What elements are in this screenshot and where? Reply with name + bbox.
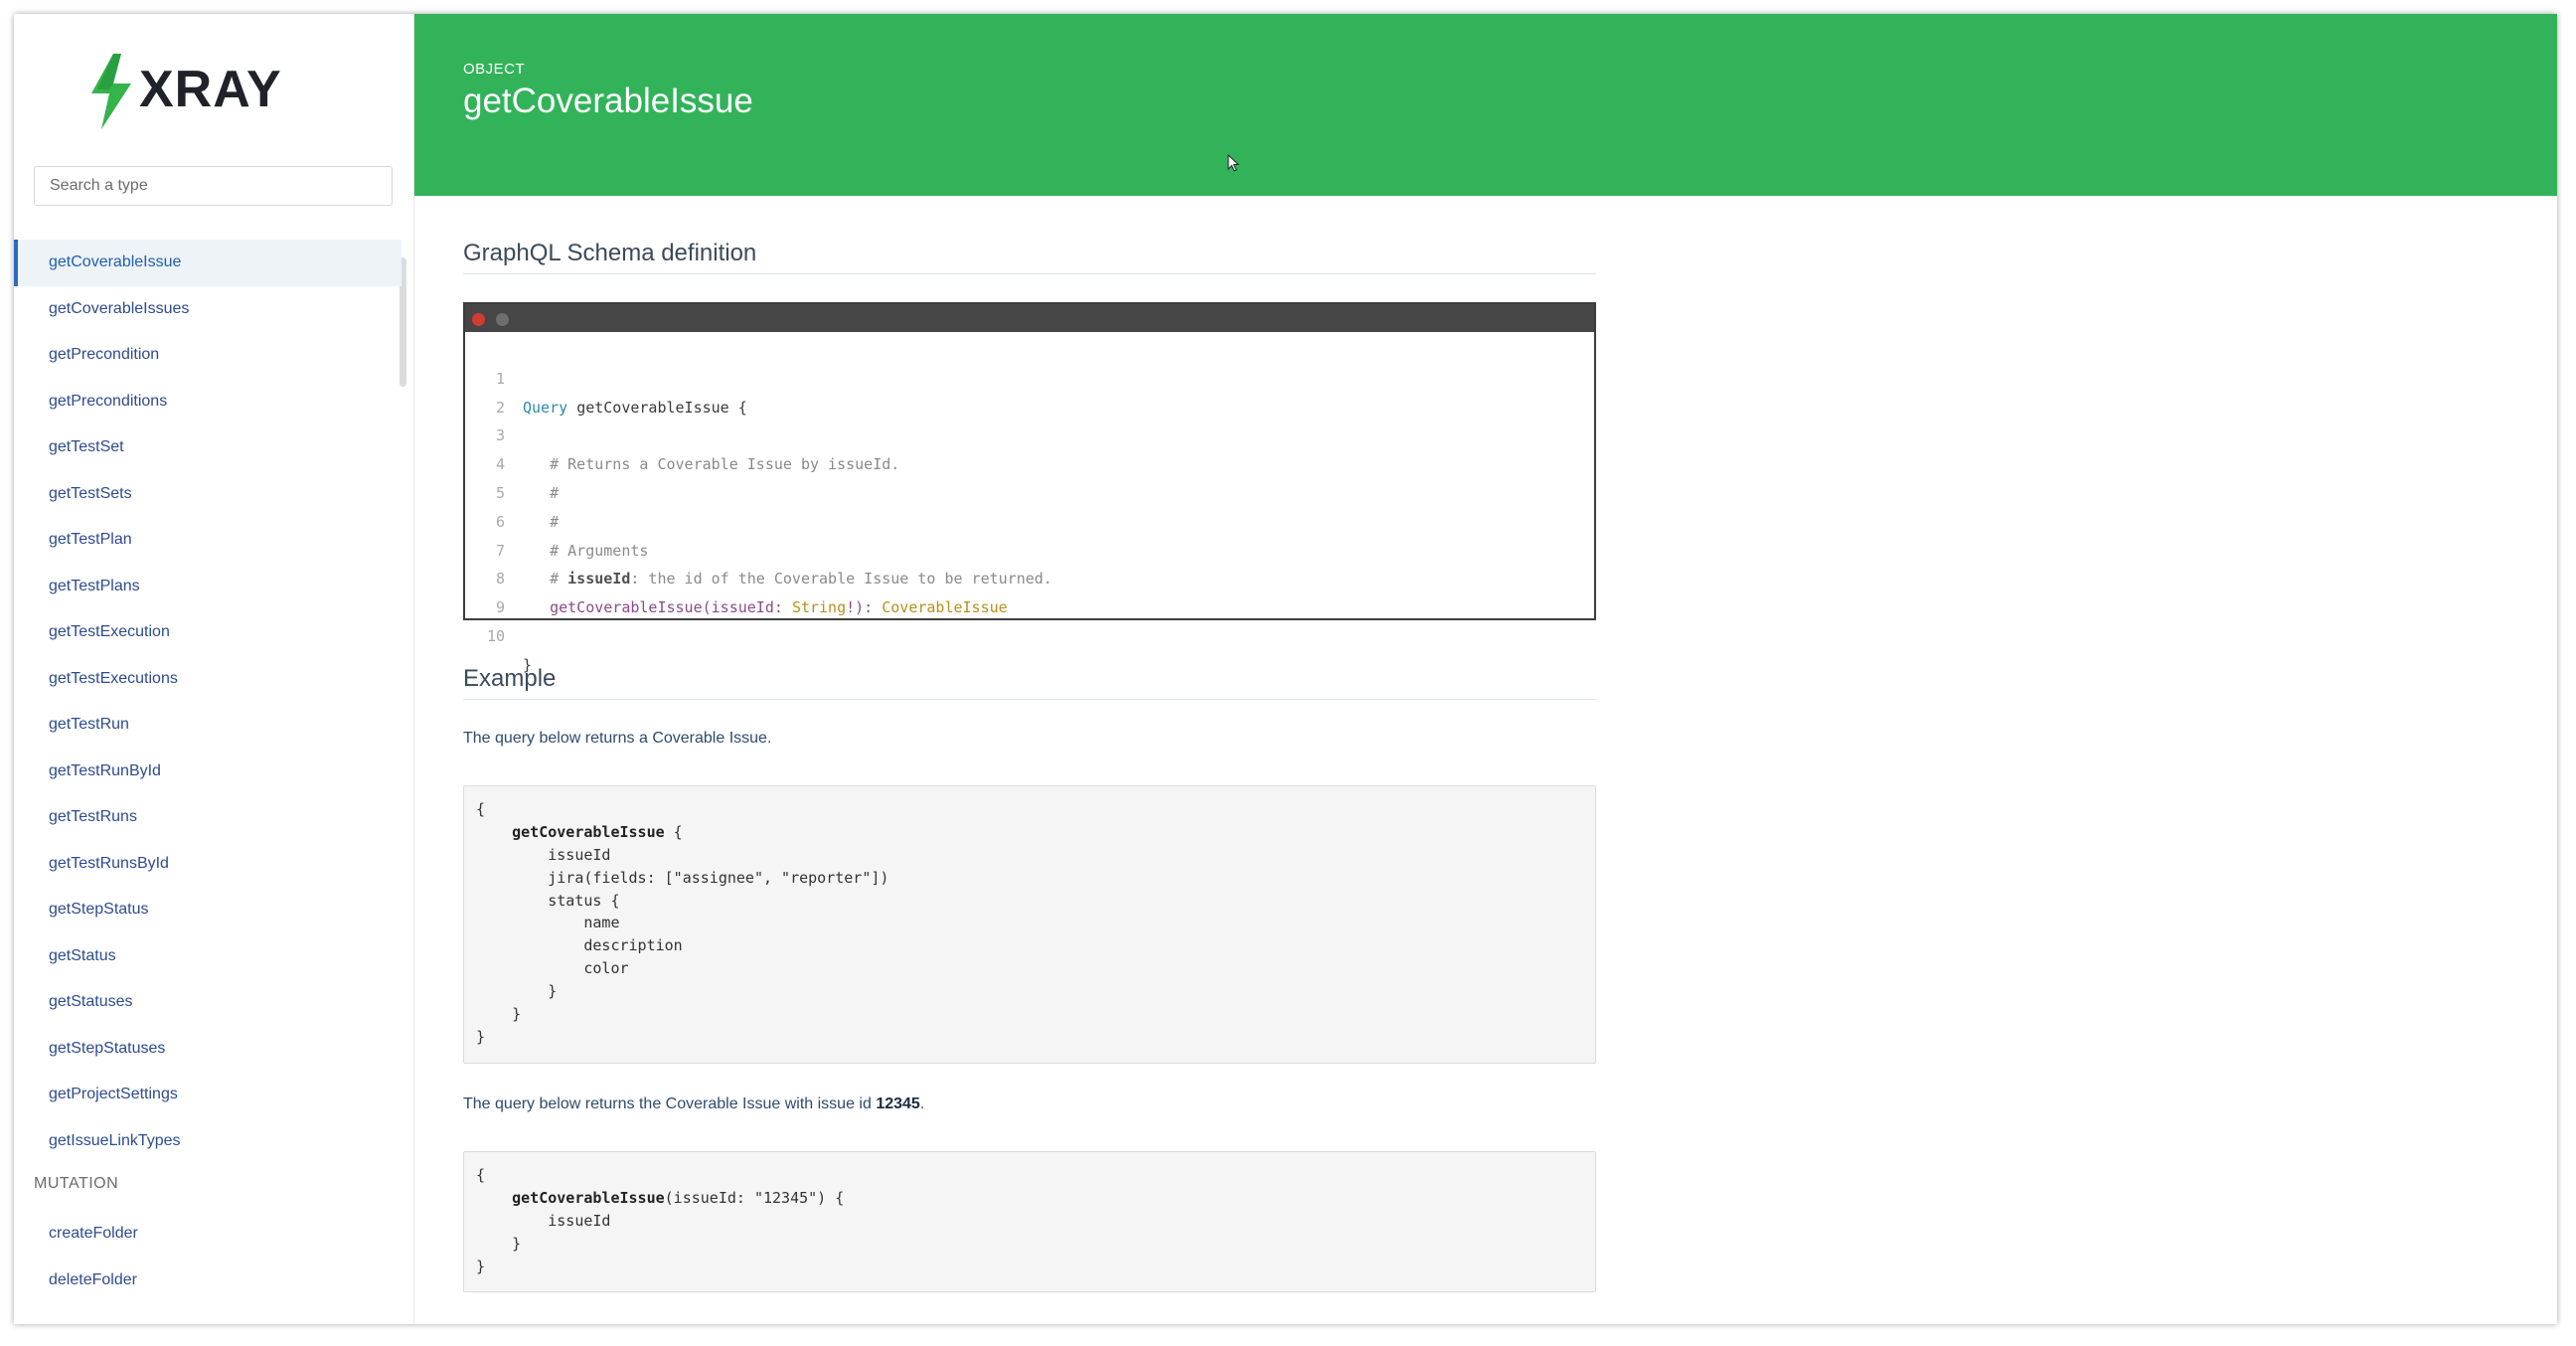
code-line: { [476,800,486,818]
code-field-bold: getCoverableIssue [476,822,665,841]
line-number: 10 [486,626,505,645]
lightning-bolt-icon [91,54,131,129]
code-line: getCoverableIssue(issueId: "12345") { [476,1188,845,1207]
sidebar-item-gettestrunsbyid[interactable]: getTestRunsById [14,841,402,888]
minimize-dot-icon [496,313,509,326]
code-line: } [476,1257,486,1275]
code-line: 4 # [465,421,1594,502]
example-code-block-1: { getCoverableIssue { issueId jira(field… [463,785,1596,1064]
code-line: color [476,959,629,978]
code-line: { [476,1166,486,1184]
sidebar-item-gettestruns[interactable]: getTestRuns [14,794,402,841]
app-window: XRAY getCoverableIssue getCoverableIssue… [14,14,2557,1324]
code-line: issueId [476,845,611,864]
code-line: 7 # issueId: the id of the Coverable Iss… [465,508,1594,589]
sidebar-item-getcoverableissues[interactable]: getCoverableIssues [14,286,402,333]
code-line: } [476,982,558,1001]
code-line: 3 # Returns a Coverable Issue by issueId… [465,394,1594,473]
sidebar-item-getprojectsettings[interactable]: getProjectSettings [14,1072,402,1118]
sidebar: XRAY getCoverableIssue getCoverableIssue… [14,14,414,1324]
example-description-1: The query below returns a Coverable Issu… [463,730,772,747]
code-line: } [476,1234,522,1253]
sidebar-item-deletefolder[interactable]: deleteFolder [14,1258,402,1304]
code-line: 8 getCoverableIssue(issueId: String!): C… [465,537,1594,616]
code-line: name [476,914,620,932]
desc2-text: The query below returns the Coverable Is… [463,1095,877,1112]
code-line: } [476,1027,486,1046]
sidebar-item-createfolder[interactable]: createFolder [14,1211,402,1258]
code-line: issueId [476,1211,611,1230]
schema-code-window: 1 Query getCoverableIssue { 2 3 # Return… [463,302,1596,674]
type-kind-label: OBJECT [463,61,526,78]
example-code-block-2: { getCoverableIssue(issueId: "12345") { … [463,1151,1596,1292]
example-heading: Example [463,665,1596,700]
sidebar-item-gettestexecutions[interactable]: getTestExecutions [14,656,402,703]
code-line: 9 [465,565,1594,616]
sidebar-item-gettestset[interactable]: getTestSet [14,424,402,471]
code-line: 1 Query getCoverableIssue { [465,336,1594,417]
sidebar-item-gettestplans[interactable]: getTestPlans [14,564,402,610]
code-line: description [476,936,683,955]
example-description-2: The query below returns the Coverable Is… [463,1095,924,1113]
search-input[interactable] [34,166,393,206]
code-line: jira(fields: ["assignee", "reporter"]) [476,868,889,887]
mutation-heading: MUTATION [34,1175,119,1192]
sidebar-item-gettestrunbyid[interactable]: getTestRunById [14,749,402,795]
sidebar-item-gettestplan[interactable]: getTestPlan [14,517,402,564]
page-title: getCoverableIssue [463,82,753,120]
schema-code: 1 Query getCoverableIssue { 2 3 # Return… [465,332,1594,674]
sidebar-item-gettestexecution[interactable]: getTestExecution [14,609,402,656]
code-line: 10 } [465,593,1594,674]
sidebar-item-getcoverableissue[interactable]: getCoverableIssue [14,240,402,286]
desc2-issue-id: 12345 [876,1095,920,1112]
mutation-list: createFolder deleteFolder [14,1211,402,1303]
code-line: 2 [465,365,1594,417]
code-line: 6 # Arguments [465,479,1594,560]
schema-heading: GraphQL Schema definition [463,240,1596,274]
code-line: 5 # [465,450,1594,531]
sidebar-item-getpreconditions[interactable]: getPreconditions [14,379,402,425]
sidebar-item-getissuelinktypes[interactable]: getIssueLinkTypes [14,1118,402,1165]
sidebar-item-getstepstatus[interactable]: getStepStatus [14,887,402,933]
code-titlebar [465,304,1594,332]
code-line: status { [476,891,620,910]
code-line: getCoverableIssue { [476,822,683,841]
sidebar-item-getstatus[interactable]: getStatus [14,933,402,980]
xray-logo[interactable]: XRAY [91,54,282,129]
mouse-cursor-icon [1227,154,1239,172]
close-dot-icon [472,313,485,326]
logo-text: XRAY [139,61,282,118]
sidebar-item-getstatuses[interactable]: getStatuses [14,979,402,1026]
sidebar-item-getprecondition[interactable]: getPrecondition [14,332,402,379]
sidebar-item-gettestsets[interactable]: getTestSets [14,471,402,518]
code-field-bold: getCoverableIssue [476,1188,665,1207]
sidebar-item-getstepstatuses[interactable]: getStepStatuses [14,1026,402,1073]
sidebar-item-gettestrun[interactable]: getTestRun [14,702,402,749]
query-list: getCoverableIssue getCoverableIssues get… [14,240,402,1164]
desc2-suffix: . [919,1095,925,1112]
page-header: OBJECT getCoverableIssue [414,14,2557,196]
code-line: } [476,1005,522,1024]
